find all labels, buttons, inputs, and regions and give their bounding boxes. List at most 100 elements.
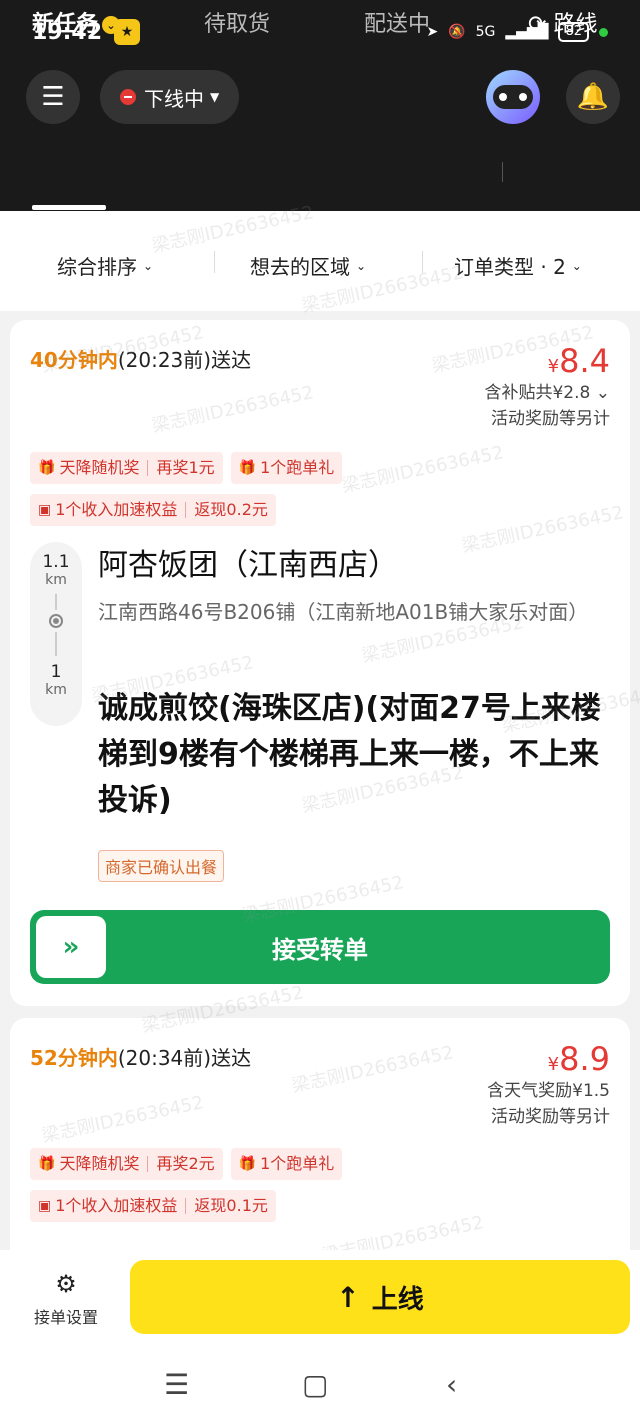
sort-label: 综合排序: [57, 255, 137, 279]
location-pin-icon: [51, 616, 61, 626]
tab-delivering[interactable]: 配送中: [364, 6, 430, 38]
slide-handle[interactable]: »: [36, 916, 106, 978]
divider: [502, 162, 503, 182]
tag-value: 再奖1元: [156, 458, 215, 477]
pickup-distance: 1.1: [42, 552, 70, 572]
home-icon[interactable]: ▢: [302, 1368, 328, 1401]
tag-value: 返现0.1元: [194, 1196, 268, 1215]
chevron-down-icon: ⌄: [356, 258, 367, 273]
online-status-label: 下线中: [144, 86, 204, 111]
price-value: 8.9: [559, 1040, 610, 1078]
reward-tag: 🎁 天降随机奖 再奖2元: [30, 1148, 223, 1180]
caret-down-icon: ▼: [210, 90, 220, 104]
delivery-time: 52分钟内(20:34前)送达: [30, 1042, 251, 1071]
double-chevron-right-icon: »: [62, 932, 80, 962]
accept-order-slider[interactable]: » 接受转单: [30, 910, 610, 984]
currency-symbol: ¥: [547, 356, 560, 377]
notifications-button[interactable]: 🔔: [566, 70, 620, 124]
coupon-icon: ▣: [38, 502, 52, 518]
route-label: 路线: [553, 12, 598, 37]
tag-value: 再奖2元: [156, 1154, 215, 1173]
distance-unit: km: [45, 682, 67, 698]
online-status-dropdown[interactable]: 下线中 ▼: [100, 70, 240, 124]
app-header: 19:42 ★ ➤ 🔕 5G ▂▄▆█ 82 ☰ 下线中 ▼ 🔔 新任务 ⌄ 待取…: [0, 0, 640, 211]
back-icon[interactable]: ‹: [446, 1368, 457, 1401]
extra-rewards-note: 活动奖励等另计: [491, 409, 610, 429]
region-filter[interactable]: 想去的区域 ⌄: [250, 251, 366, 280]
recent-apps-icon[interactable]: ☰: [164, 1368, 189, 1401]
currency-symbol: ¥: [547, 1054, 560, 1075]
divider: [422, 251, 423, 273]
pickup-address: 江南西路46号B206铺（江南新地A01B铺大家乐对面）: [98, 600, 589, 624]
go-online-button[interactable]: ↑ 上线: [130, 1260, 630, 1334]
region-label: 想去的区域: [250, 255, 350, 279]
tab-new-tasks[interactable]: 新任务 ⌄: [32, 6, 121, 38]
chevron-down-icon: ⌄: [143, 258, 154, 273]
reward-tag: 🎁 1个跑单礼: [230, 452, 343, 484]
filter-bar: 综合排序 ⌄ 想去的区域 ⌄ 订单类型 · 2 ⌄: [0, 211, 640, 311]
delivery-deadline: (20:34前)送达: [117, 1046, 252, 1070]
delivery-window: 52分钟内: [30, 1046, 118, 1070]
tab-label: 新任务: [32, 12, 99, 37]
reward-tag: ▣ 1个收入加速权益 返现0.2元: [30, 494, 276, 526]
route-button[interactable]: ⟳ 路线: [528, 6, 597, 38]
order-card[interactable]: 52分钟内(20:34前)送达 ¥8.9 含天气奖励¥1.5 活动奖励等另计 🎁…: [10, 1018, 630, 1278]
distance-indicator: 1.1 km 1 km: [30, 542, 82, 726]
reward-tag: ▣ 1个收入加速权益 返现0.1元: [30, 1190, 276, 1222]
tag-label: 1个跑单礼: [260, 458, 335, 477]
merchant-status-badge: 商家已确认出餐: [98, 850, 225, 882]
order-type-filter[interactable]: 订单类型 · 2 ⌄: [454, 251, 582, 280]
order-settings-button[interactable]: ⚙ 接单设置: [26, 1270, 106, 1328]
tag-label: 1个跑单礼: [260, 1154, 335, 1173]
delivery-window: 40分钟内: [30, 348, 118, 372]
delivery-deadline: (20:23前)送达: [117, 348, 252, 372]
coupon-icon: ▣: [38, 1198, 52, 1214]
tab-awaiting-pickup[interactable]: 待取货: [204, 6, 270, 38]
go-online-label: 上线: [371, 1284, 424, 1315]
gift-icon: 🎁: [38, 1156, 56, 1172]
chevron-down-icon: ⌄: [102, 16, 121, 34]
arrow-up-icon: ↑: [336, 1280, 360, 1314]
order-price: ¥8.9 含天气奖励¥1.5 活动奖励等另计: [487, 1040, 610, 1130]
network-label: 5G: [475, 24, 496, 40]
menu-icon: ☰: [41, 82, 65, 112]
price-value: 8.4: [559, 342, 610, 380]
active-tab-indicator: [32, 205, 106, 210]
tab-label: 配送中: [364, 12, 431, 37]
menu-button[interactable]: ☰: [26, 70, 80, 124]
robot-face-icon: [493, 85, 533, 109]
privacy-dot-icon: [599, 27, 608, 37]
delivery-destination: 诚成煎饺(海珠区店)(对面27号上来楼梯到9楼有个楼梯再上来一楼，不上来投诉): [98, 691, 601, 818]
extra-rewards-note: 活动奖励等另计: [491, 1107, 610, 1127]
reward-tag: 🎁 天降随机奖 再奖1元: [30, 452, 223, 484]
sliders-icon: ⚙: [55, 1270, 77, 1298]
tab-label: 待取货: [204, 12, 271, 37]
reward-tag: 🎁 1个跑单礼: [230, 1148, 343, 1180]
mute-icon: 🔕: [448, 24, 466, 40]
system-nav-bar: ☰ ▢ ‹: [0, 1350, 640, 1422]
settings-label: 接单设置: [33, 1308, 98, 1327]
avatar[interactable]: [486, 70, 540, 124]
subsidy-text: 含天气奖励¥1.5: [487, 1081, 610, 1101]
gift-icon: 🎁: [238, 460, 257, 476]
tag-label: 1个收入加速权益: [55, 1196, 178, 1215]
gift-icon: 🎁: [238, 1156, 257, 1172]
order-type-label: 订单类型 · 2: [454, 255, 566, 279]
chevron-down-icon: ⌄: [571, 258, 582, 273]
sort-filter[interactable]: 综合排序 ⌄: [57, 251, 153, 280]
tag-value: 返现0.2元: [194, 500, 268, 519]
subsidy-text[interactable]: 含补贴共¥2.8: [484, 383, 590, 403]
distance-unit: km: [45, 572, 67, 588]
divider: [214, 251, 215, 273]
tag-label: 1个收入加速权益: [55, 500, 178, 519]
accept-label: 接受转单: [272, 935, 368, 964]
bell-icon: 🔔: [576, 82, 610, 112]
pickup-shop-name: 阿杏饭团（江南西店）: [98, 548, 398, 583]
order-price: ¥8.4 含补贴共¥2.8 ⌄ 活动奖励等另计: [484, 342, 610, 432]
delivery-time: 40分钟内(20:23前)送达: [30, 344, 251, 373]
offline-icon: [120, 89, 136, 105]
destination-distance: 1: [50, 662, 62, 682]
chevron-down-icon[interactable]: ⌄: [590, 383, 610, 403]
order-card[interactable]: 40分钟内(20:23前)送达 ¥8.4 含补贴共¥2.8 ⌄ 活动奖励等另计 …: [10, 320, 630, 1006]
gift-icon: 🎁: [38, 460, 56, 476]
